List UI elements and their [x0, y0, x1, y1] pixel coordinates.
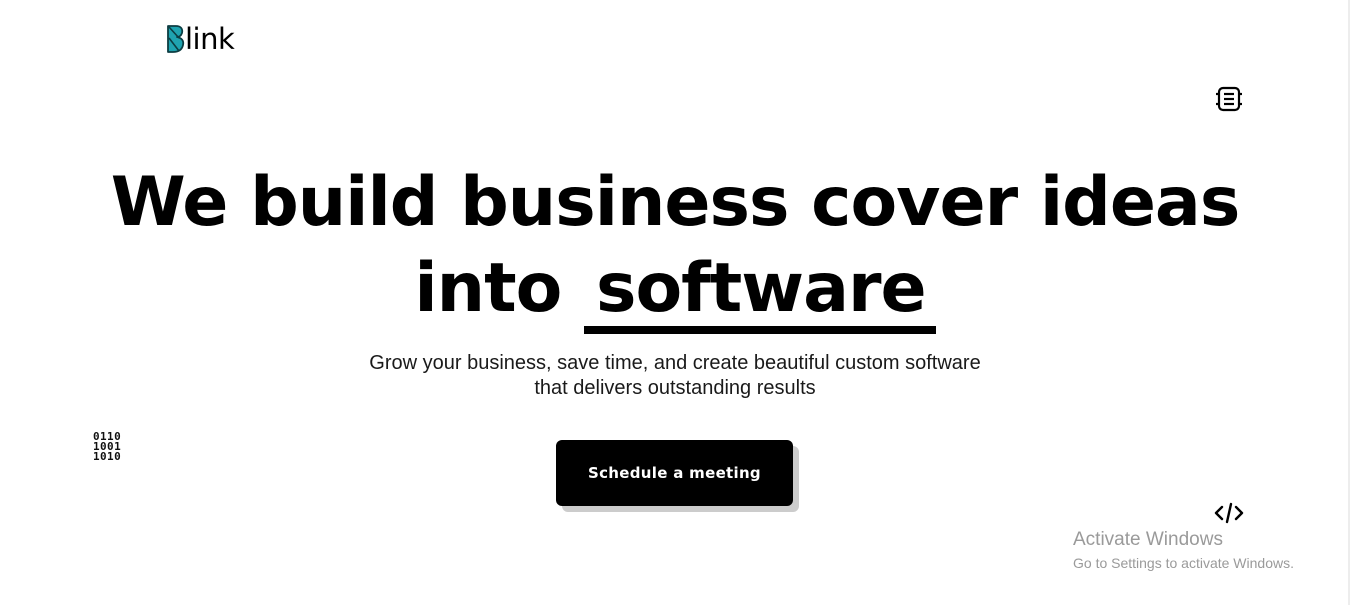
hero-subtitle: Grow your business, save time, and creat… [0, 351, 1350, 401]
logo-text: link [185, 22, 235, 56]
cta-container: Schedule a meeting [556, 440, 799, 512]
watermark-subtitle: Go to Settings to activate Windows. [1073, 555, 1294, 571]
hero-title: We build business cover ideas into softw… [0, 160, 1350, 334]
hero-subtitle-line-2: that delivers outstanding results [534, 377, 816, 399]
binary-row: 1010 [93, 450, 122, 463]
hero-subtitle-line-1: Grow your business, save time, and creat… [369, 352, 981, 374]
watermark-title: Activate Windows [1073, 529, 1223, 550]
hero-title-line-2: into software [0, 246, 1350, 334]
activate-windows-watermark: Activate Windows Go to Settings to activ… [1073, 528, 1294, 573]
hero-title-line-1: We build business cover ideas [110, 163, 1241, 242]
code-icon [1214, 502, 1244, 524]
schedule-meeting-button[interactable]: Schedule a meeting [556, 440, 793, 506]
brand-logo[interactable]: link [165, 22, 235, 56]
logo-mark-icon [167, 25, 185, 53]
hero-title-highlight: software [583, 252, 936, 334]
page: link We build business cover ideas into … [0, 0, 1350, 605]
hero-title-prefix: into [414, 249, 562, 328]
binary-icon: 0110 1001 1010 [93, 431, 122, 463]
menu-icon [1216, 86, 1242, 112]
menu-button[interactable] [1212, 82, 1246, 116]
